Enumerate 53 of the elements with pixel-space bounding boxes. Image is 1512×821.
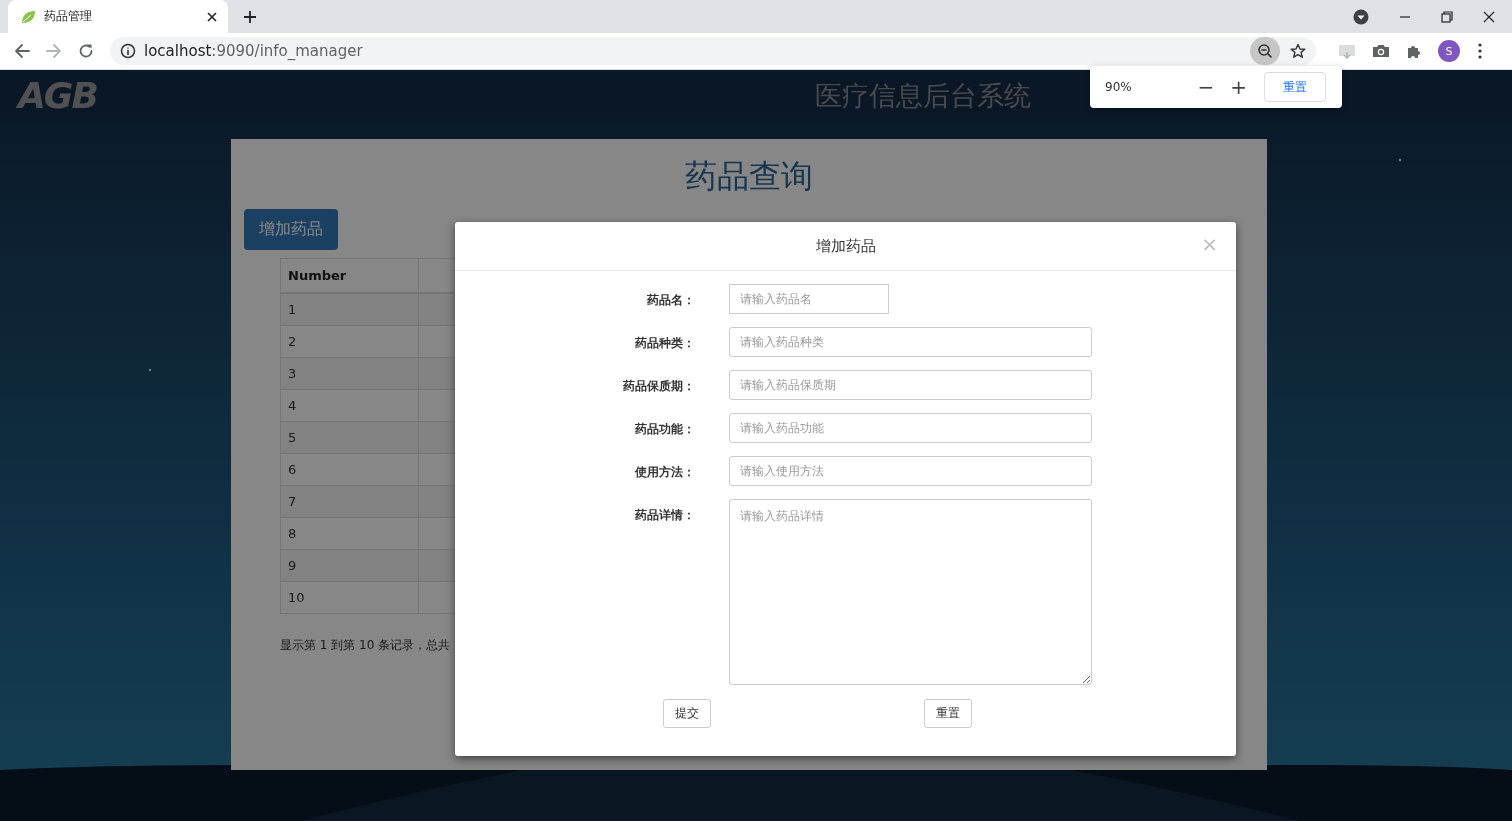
input-field[interactable]: 请输入药品功能 <box>729 413 1092 443</box>
input-field[interactable]: 请输入药品名 <box>729 284 889 314</box>
reset-button[interactable]: 重置 <box>1264 72 1326 102</box>
table-cell: 6 <box>280 453 419 486</box>
table-cell: 1 <box>280 293 419 326</box>
form-button[interactable]: 提交 <box>663 699 711 728</box>
close-icon[interactable] <box>207 11 217 22</box>
table-cell: 3 <box>280 357 419 390</box>
page-title: 药品查询 <box>684 156 814 197</box>
field-label: 使用方法： <box>634 464 695 481</box>
leaf-icon <box>20 8 36 25</box>
table-cell: 5 <box>280 421 419 454</box>
table-cell: 8 <box>280 517 419 550</box>
record-count: 显示第 1 到第 10 条记录，总共 <box>280 637 452 654</box>
table-cell: 4 <box>280 389 419 422</box>
input-field[interactable]: 请输入药品种类 <box>729 327 1092 357</box>
site-title: 医疗信息后台系统 <box>815 78 1031 113</box>
modal-title: 增加药品 <box>815 236 876 256</box>
zoom-button[interactable] <box>1250 37 1280 65</box>
zoom-out-button[interactable]: − <box>1190 75 1222 99</box>
dropdown-icon[interactable] <box>1353 8 1369 25</box>
menu-icon[interactable] <box>1478 43 1482 59</box>
logo: AGB <box>18 75 98 116</box>
table-cell: 10 <box>280 581 419 614</box>
form-button[interactable]: 重置 <box>924 699 972 728</box>
new-tab-icon[interactable] <box>243 9 257 24</box>
field-label: 药品种类： <box>634 335 695 352</box>
address-text: localhost:9090/info_manager <box>144 42 363 60</box>
field-label: 药品详情： <box>634 507 695 524</box>
input-field[interactable]: 请输入药品保质期 <box>729 370 1092 400</box>
info-icon <box>120 43 136 59</box>
star-icon[interactable] <box>1290 43 1306 59</box>
field-label: 药品保质期： <box>622 378 695 395</box>
puzzle-icon[interactable] <box>1406 43 1422 59</box>
reload-icon[interactable] <box>78 43 94 59</box>
table-cell: 9 <box>280 549 419 582</box>
close-icon[interactable] <box>1483 10 1495 23</box>
camera-icon[interactable] <box>1372 43 1390 59</box>
restore-icon[interactable] <box>1441 10 1453 23</box>
zoom-out-icon <box>1257 43 1273 59</box>
tab-title: 药品管理 <box>44 8 92 25</box>
field-label: 药品功能： <box>634 421 695 438</box>
field-label: 药品名： <box>646 292 695 309</box>
profile-avatar[interactable]: S <box>1438 40 1460 62</box>
input-field[interactable]: 请输入使用方法 <box>729 456 1092 486</box>
back-icon[interactable] <box>14 43 30 59</box>
zoom-level: 90% <box>1105 80 1132 94</box>
table-cell: 2 <box>280 325 419 358</box>
browser-tab[interactable]: 药品管理 <box>8 0 228 33</box>
table-cell: 7 <box>280 485 419 518</box>
zoom-in-button[interactable]: + <box>1223 75 1254 99</box>
text-area[interactable]: 请输入药品详情 <box>729 499 1092 685</box>
address-bar[interactable]: localhost:9090/info_manager <box>110 37 1316 65</box>
